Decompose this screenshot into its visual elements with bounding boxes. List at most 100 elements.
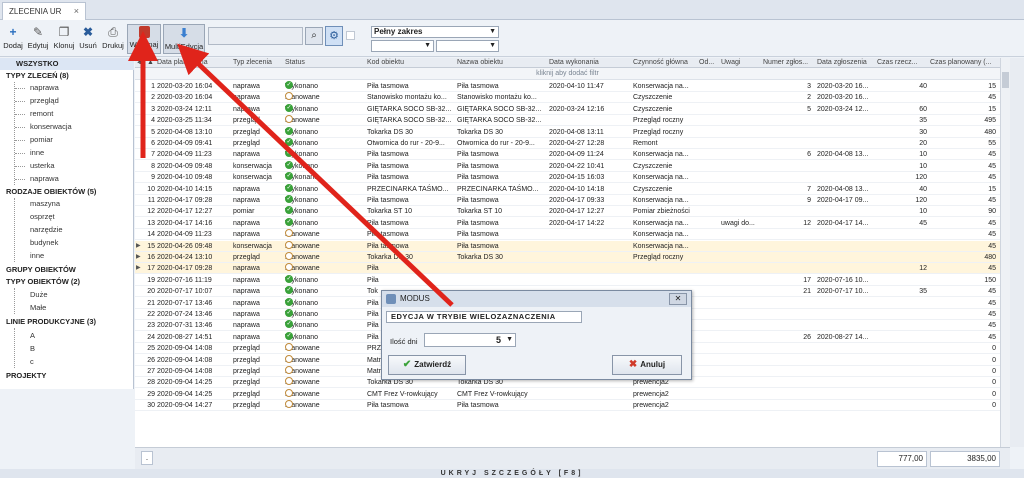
table-row[interactable]: 13 2020-04-17 14:16 naprawa ✓ Wykonano Piła t…	[135, 217, 1000, 229]
chevron-down-icon[interactable]: ▼	[506, 334, 513, 346]
sidebar-item-type[interactable]: naprawa	[30, 82, 59, 94]
sidebar-item-line[interactable]: A	[30, 330, 35, 342]
search-input[interactable]	[208, 27, 303, 45]
column-header[interactable]: Status	[285, 58, 365, 68]
execute-button[interactable]: Wykonaj	[127, 24, 161, 54]
table-row[interactable]: 19 2020-07-16 11:19 naprawa ✓ Wykonano Piła 17…	[135, 274, 1000, 286]
hide-details-bar[interactable]: UKRYJ SZCZEGÓŁY [F8]	[0, 469, 1024, 478]
cell-d: 2020-04-10 09:48	[157, 174, 213, 182]
sidebar-item-objtype[interactable]: Małe	[30, 302, 46, 314]
execute-button-label: Wykonaj	[129, 40, 159, 49]
cell-nz: Tokarka DS 30	[457, 128, 503, 136]
table-row[interactable]: 14 2020-04-09 11:23 naprawa Planowane Piła t…	[135, 229, 1000, 241]
add-button[interactable]: + Dodaj	[2, 24, 24, 54]
table-row[interactable]: ▶ 17 2020-04-17 09:28 naprawa Planowane Piła 1…	[135, 263, 1000, 275]
edit-button[interactable]: ✎ Edytuj	[26, 24, 50, 54]
footer-dot[interactable]: .	[141, 451, 153, 465]
delete-button[interactable]: ✖ Usuń	[78, 24, 98, 54]
confirm-button[interactable]: ✔ Zatwierdź	[388, 355, 466, 375]
column-header[interactable]: Uwagi	[721, 58, 761, 68]
sidebar-item-kind[interactable]: inne	[30, 250, 44, 262]
table-row[interactable]: 11 2020-04-17 09:28 naprawa ✓ Wykonano Piła t…	[135, 195, 1000, 206]
filter-checkbox[interactable]	[346, 31, 355, 40]
sidebar-item-kind[interactable]: maszyna	[30, 198, 60, 210]
column-header[interactable]: Data zgłoszenia	[817, 58, 875, 68]
sidebar-item-type[interactable]: przegląd	[30, 95, 59, 107]
gear-icon[interactable]: ⚙	[325, 26, 343, 46]
sidebar-item-type[interactable]: inne	[30, 147, 44, 159]
sidebar-item-kind[interactable]: narzędzie	[30, 224, 63, 236]
sidebar-header-projects[interactable]: PROJEKTY	[6, 370, 46, 382]
tab-zlecenia[interactable]: ZLECENIA UR ×	[2, 2, 86, 20]
sidebar-item-objtype[interactable]: Duże	[30, 289, 48, 301]
table-row[interactable]: 2 2020-03-20 16:04 naprawa Planowane Stanowi…	[135, 92, 1000, 104]
close-icon[interactable]: ✕	[669, 293, 687, 305]
column-header[interactable]: Czas rzecz...	[877, 58, 927, 68]
column-header[interactable]: Data planowana	[157, 58, 227, 68]
table-row[interactable]: 1 2020-03-20 16:04 naprawa ✓ Wykonano Piła ta…	[135, 81, 1000, 92]
sidebar-item-kind[interactable]: budynek	[30, 237, 58, 249]
cell-c: Przegląd roczny	[633, 254, 684, 261]
cancel-button[interactable]: ✖ Anuluj	[612, 355, 682, 375]
table-row[interactable]: 9 2020-04-10 09:48 konserwacja ✓ Wykonano Pił…	[135, 172, 1000, 184]
sidebar-item-type[interactable]: usterka	[30, 160, 55, 172]
grid-scrollbar[interactable]	[1000, 58, 1010, 447]
multiedit-button[interactable]: ⬇ MultiEdycja	[163, 24, 205, 54]
column-header[interactable]: Nazwa obiektu	[457, 58, 545, 68]
table-row[interactable]: ▶ 15 2020-04-26 09:48 konserwacja Planowane P…	[135, 240, 1000, 252]
table-row[interactable]: 7 2020-04-09 11:23 naprawa ✓ Wykonano Piła ta…	[135, 149, 1000, 161]
table-row[interactable]: 12 2020-04-17 12:27 pomiar ✓ Wykonano Tokarka…	[135, 206, 1000, 218]
clone-button[interactable]: ❐ Klonuj	[52, 24, 76, 54]
close-icon[interactable]: ×	[74, 6, 79, 16]
cell-nr: 9	[807, 197, 811, 204]
table-row[interactable]: 10 2020-04-10 14:15 naprawa ✓ Wykonano PRZECI…	[135, 183, 1000, 195]
filter-row[interactable]: kliknij aby dodać filtr	[135, 68, 1000, 80]
cell-dz: 2020-03-20 16...	[817, 94, 869, 102]
sidebar-item-kind[interactable]: osprzęt	[30, 211, 55, 223]
cell-cp: 45	[988, 333, 996, 341]
sidebar-header-kinds[interactable]: RODZAJE OBIEKTÓW (5)	[6, 186, 96, 198]
sidebar-item-line[interactable]: B	[30, 343, 35, 355]
sidebar-header-lines[interactable]: LINIE PRODUKCYJNE (3)	[6, 316, 96, 328]
sidebar-header-groups[interactable]: GRUPY OBIEKTÓW	[6, 264, 76, 276]
table-row[interactable]: 5 2020-04-08 13:10 przegląd ✓ Wykonano Tokark…	[135, 126, 1000, 138]
row-number: 17	[147, 265, 155, 273]
sidebar-item-line[interactable]: c	[30, 356, 34, 368]
sidebar-item-type[interactable]: naprawa	[30, 173, 59, 185]
sidebar-item-all[interactable]: WSZYSTKO	[0, 58, 134, 70]
cell-t: przegląd	[233, 379, 260, 387]
orders-grid: ✱ ▲ Data planowana Typ zlecenia Status Kod ob…	[135, 58, 1000, 447]
sidebar-item-type[interactable]: konserwacja	[30, 121, 72, 133]
sidebar-header-types[interactable]: TYPY ZLECEŃ (8)	[6, 70, 69, 82]
column-header[interactable]: Czas planowany (...	[930, 58, 996, 68]
date-to-select[interactable]: ▼	[436, 40, 499, 52]
row-pointer-icon: ▶	[136, 254, 141, 260]
table-row[interactable]: 3 2020-03-24 12:11 naprawa ✓ Wykonano GIĘTARK…	[135, 103, 1000, 115]
column-header[interactable]: Numer zgłos...	[763, 58, 811, 68]
column-header[interactable]: Od...	[699, 58, 719, 68]
table-row[interactable]: 29 2020-09-04 14:25 przegląd Planowane CMT F…	[135, 388, 1000, 400]
column-header[interactable]: Kod obiektu	[367, 58, 455, 68]
table-row[interactable]: 30 2020-09-04 14:27 przegląd Planowane Piła …	[135, 400, 1000, 412]
clone-button-label: Klonuj	[53, 41, 75, 50]
sidebar-item-type[interactable]: remont	[30, 108, 53, 120]
date-from-select[interactable]: ▼	[371, 40, 434, 52]
table-row[interactable]: 8 2020-04-09 09:48 konserwacja ✓ Wykonano Pił…	[135, 160, 1000, 172]
column-header[interactable]: Data wykonania	[549, 58, 631, 68]
range-select[interactable]: Pełny zakres ▼	[371, 26, 499, 38]
cell-cp: 495	[984, 117, 996, 125]
column-header[interactable]: Typ zlecenia	[233, 58, 283, 68]
sidebar-item-type[interactable]: pomiar	[30, 134, 53, 146]
scrollbar-thumb[interactable]	[1002, 72, 1009, 88]
table-row[interactable]: 6 2020-04-09 09:41 przegląd ✓ Wykonano Otworn…	[135, 138, 1000, 149]
cell-s: ✓ Wykonano	[285, 286, 365, 297]
qty-days-input[interactable]: 5 ▼	[424, 333, 516, 347]
column-header[interactable]: Czynność główna	[633, 58, 697, 68]
cell-d: 2020-09-04 14:25	[157, 390, 213, 398]
search-icon[interactable]: ⌕	[305, 27, 323, 45]
sidebar-header-objtypes[interactable]: TYPY OBIEKTÓW (2)	[6, 276, 80, 288]
print-button[interactable]: ⎙ Drukuj	[100, 24, 126, 54]
cell-c: Czyszczenie	[633, 162, 673, 170]
table-row[interactable]: 4 2020-03-25 11:34 przegląd Planowane GIĘTAR…	[135, 115, 1000, 127]
table-row[interactable]: ▶ 16 2020-04-24 13:10 przegląd Planowane Toka…	[135, 252, 1000, 263]
